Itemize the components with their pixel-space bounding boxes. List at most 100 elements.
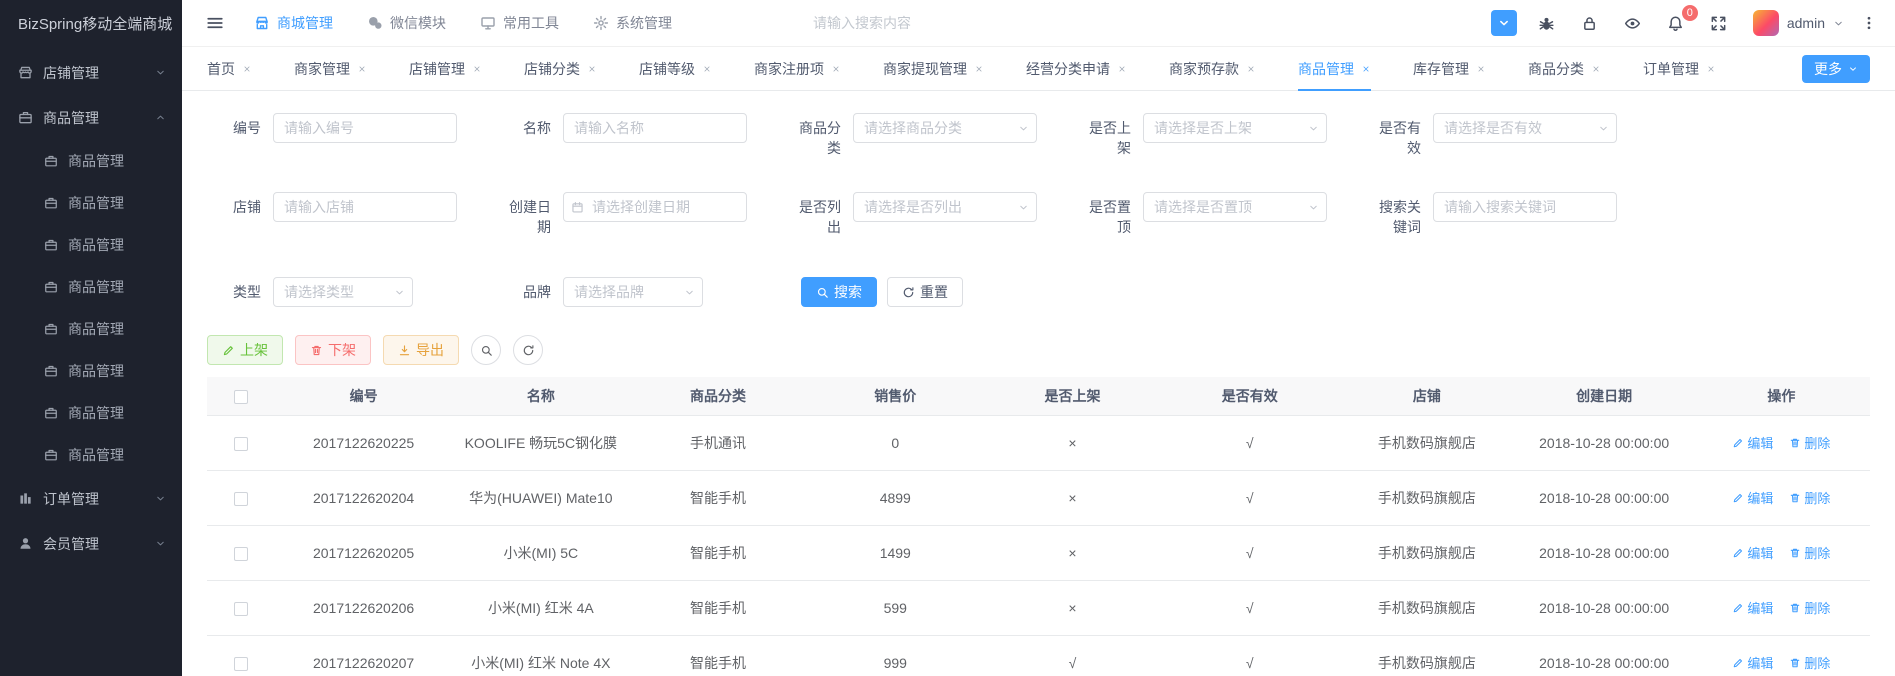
sidebar-subitem-label: 商品管理 (68, 321, 124, 337)
sidebar-group-item[interactable]: 订单管理 (0, 476, 182, 521)
topnav-item[interactable]: 商城管理 (254, 13, 333, 33)
filter-input[interactable] (1433, 113, 1617, 143)
filter-input[interactable] (853, 192, 1037, 222)
tab-close-icon[interactable] (1246, 64, 1256, 74)
delete-link[interactable]: 删除 (1789, 433, 1830, 452)
search-icon (816, 286, 829, 299)
tab[interactable]: 商家提现管理 (883, 47, 984, 90)
tab-close-icon[interactable] (1117, 64, 1127, 74)
delete-link-label: 删除 (1804, 656, 1831, 671)
edit-link[interactable]: 编辑 (1732, 598, 1773, 617)
tab[interactable]: 经营分类申请 (1026, 47, 1127, 90)
topnav-item[interactable]: 常用工具 (480, 13, 559, 33)
sidebar-subitem[interactable]: 商品管理 (0, 350, 182, 392)
row-checkbox[interactable] (234, 436, 248, 451)
topbar-icon-button[interactable] (1706, 10, 1732, 36)
topbar-icon-button[interactable] (1577, 10, 1603, 36)
unpublish-button[interactable]: 下架 (295, 335, 371, 365)
tab-close-icon[interactable] (1361, 64, 1371, 74)
tab-close-icon[interactable] (1706, 64, 1716, 74)
edit-link[interactable]: 编辑 (1732, 653, 1773, 672)
filter-input[interactable] (273, 113, 457, 143)
tab[interactable]: 店铺分类 (524, 47, 597, 90)
user-menu[interactable]: admin (1752, 10, 1844, 36)
more-tabs-button[interactable]: 更多 (1802, 54, 1870, 83)
topbar-icon-button[interactable] (1534, 10, 1560, 36)
filter-input[interactable] (1143, 192, 1327, 222)
tab[interactable]: 商家预存款 (1169, 47, 1256, 90)
row-checkbox[interactable] (234, 491, 248, 506)
delete-link[interactable]: 删除 (1789, 543, 1830, 562)
publish-button[interactable]: 上架 (207, 335, 283, 365)
tab-label: 商家注册项 (754, 60, 824, 77)
sidebar-subitem[interactable]: 商品管理 (0, 266, 182, 308)
tab[interactable]: 店铺管理 (409, 47, 482, 90)
delete-link[interactable]: 删除 (1789, 598, 1830, 617)
topnav-item[interactable]: 系统管理 (593, 13, 672, 33)
search-button[interactable]: 搜索 (801, 277, 877, 307)
notification-badge: 0 (1681, 5, 1698, 21)
sidebar-subitem[interactable]: 商品管理 (0, 392, 182, 434)
global-search-input[interactable] (811, 14, 1031, 32)
tab[interactable]: 商家管理 (294, 47, 367, 90)
cell-actions: 编辑 删除 (1692, 635, 1870, 676)
sidebar-subitem[interactable]: 商品管理 (0, 434, 182, 476)
edit-link[interactable]: 编辑 (1732, 488, 1773, 507)
reset-button[interactable]: 重置 (887, 277, 963, 307)
tab[interactable]: 订单管理 (1643, 47, 1716, 90)
tab-close-icon[interactable] (587, 64, 597, 74)
chevron-down-icon (1018, 113, 1029, 143)
topbar-icon-button[interactable] (1620, 10, 1646, 36)
filter-input[interactable] (273, 277, 413, 307)
filter-input[interactable] (563, 277, 703, 307)
filter-input[interactable] (273, 192, 457, 222)
tab[interactable]: 商品分类 (1528, 47, 1601, 90)
tab-close-icon[interactable] (1476, 64, 1486, 74)
delete-link[interactable]: 删除 (1789, 488, 1830, 507)
chevron-down-icon (684, 277, 695, 307)
tab-close-icon[interactable] (831, 64, 841, 74)
select-all-checkbox[interactable] (234, 389, 248, 404)
tab[interactable]: 首页 (207, 47, 252, 90)
sidebar-subitem[interactable]: 商品管理 (0, 224, 182, 266)
tab-close-icon[interactable] (974, 64, 984, 74)
filter-input[interactable] (853, 113, 1037, 143)
delete-link[interactable]: 删除 (1789, 653, 1830, 672)
filter-input[interactable] (1433, 192, 1617, 222)
tab[interactable]: 库存管理 (1413, 47, 1486, 90)
sidebar-subitem[interactable]: 商品管理 (0, 140, 182, 182)
table-search-button[interactable] (471, 335, 501, 365)
sidebar-subitem[interactable]: 商品管理 (0, 308, 182, 350)
row-checkbox[interactable] (234, 656, 248, 671)
edit-link[interactable]: 编辑 (1732, 433, 1773, 452)
sidebar-group-item[interactable]: 商品管理 (0, 95, 182, 140)
tab[interactable]: 商家注册项 (754, 47, 841, 90)
filter-control (1143, 113, 1327, 143)
tab[interactable]: 店铺等级 (639, 47, 712, 90)
tab-close-icon[interactable] (472, 64, 482, 74)
tab-close-icon[interactable] (357, 64, 367, 74)
filter-input[interactable] (563, 113, 747, 143)
tab-close-icon[interactable] (1591, 64, 1601, 74)
filter-row-3: 类型 品牌 搜索 重置 (207, 277, 1870, 307)
table-refresh-button[interactable] (513, 335, 543, 365)
tab-close-icon[interactable] (242, 64, 252, 74)
sidebar-group-item[interactable]: 店铺管理 (0, 50, 182, 95)
tab-close-icon[interactable] (702, 64, 712, 74)
topbar-icon-button[interactable] (1490, 10, 1517, 36)
row-checkbox[interactable] (234, 546, 248, 561)
topbar-icon-button[interactable]: 0 (1663, 5, 1698, 36)
tab[interactable]: 商品管理 (1298, 47, 1371, 91)
hamburger-menu-icon[interactable] (206, 14, 224, 32)
row-checkbox[interactable] (234, 601, 248, 616)
sidebar-group-label: 会员管理 (43, 535, 99, 552)
filter-input[interactable] (1143, 113, 1327, 143)
sidebar-group-item[interactable]: 会员管理 (0, 521, 182, 566)
sidebar-subitem-label: 商品管理 (68, 405, 124, 421)
filter-input[interactable] (563, 192, 747, 222)
sidebar-subitem[interactable]: 商品管理 (0, 182, 182, 224)
edit-link[interactable]: 编辑 (1732, 543, 1773, 562)
kebab-menu-icon[interactable] (1861, 15, 1877, 31)
export-button[interactable]: 导出 (383, 335, 459, 365)
topnav-item[interactable]: 微信模块 (367, 13, 446, 33)
